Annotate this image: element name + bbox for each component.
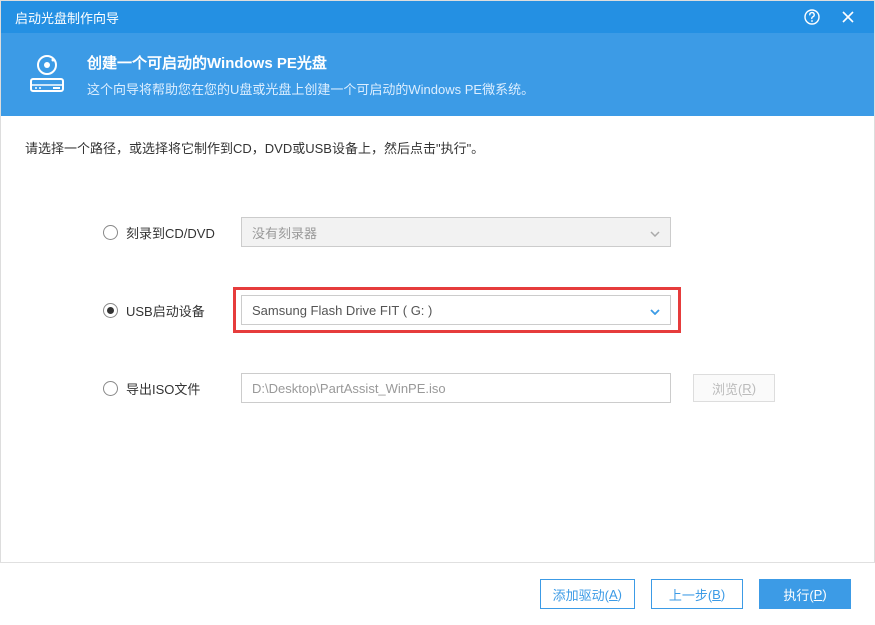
radio-iso[interactable]: 导出ISO文件 <box>103 379 241 398</box>
window-title: 启动光盘制作向导 <box>15 8 794 27</box>
header-subtitle: 这个向导将帮助您在您的U盘或光盘上创建一个可启动的Windows PE微系统。 <box>87 79 534 98</box>
wizard-header: 创建一个可启动的Windows PE光盘 这个向导将帮助您在您的U盘或光盘上创建… <box>1 33 874 116</box>
radio-icon <box>103 225 118 240</box>
close-icon[interactable] <box>830 1 866 33</box>
option-row-cddvd: 刻录到CD/DVD 没有刻录器 <box>103 217 850 247</box>
browse-button: 浏览(R) <box>693 374 775 402</box>
execute-button[interactable]: 执行(P) <box>759 579 851 609</box>
wizard-footer: 添加驱动(A) 上一步(B) 执行(P) <box>0 562 875 625</box>
disc-drive-icon <box>25 51 69 98</box>
radio-cddvd[interactable]: 刻录到CD/DVD <box>103 223 241 242</box>
titlebar: 启动光盘制作向导 <box>1 1 874 33</box>
radio-icon <box>103 303 118 318</box>
add-driver-button[interactable]: 添加驱动(A) <box>540 579 635 609</box>
usb-select[interactable]: Samsung Flash Drive FIT ( G: ) <box>241 295 671 325</box>
instructions-text: 请选择一个路径，或选择将它制作到CD，DVD或USB设备上，然后点击"执行"。 <box>25 138 850 157</box>
radio-usb[interactable]: USB启动设备 <box>103 301 241 320</box>
cddvd-select: 没有刻录器 <box>241 217 671 247</box>
radio-label: 刻录到CD/DVD <box>126 223 215 242</box>
iso-path-value: D:\Desktop\PartAssist_WinPE.iso <box>252 381 446 396</box>
chevron-down-icon <box>650 225 660 240</box>
chevron-down-icon <box>650 303 660 318</box>
wizard-body: 请选择一个路径，或选择将它制作到CD，DVD或USB设备上，然后点击"执行"。 … <box>1 116 874 473</box>
iso-path-input: D:\Desktop\PartAssist_WinPE.iso <box>241 373 671 403</box>
help-icon[interactable] <box>794 1 830 33</box>
option-row-iso: 导出ISO文件 D:\Desktop\PartAssist_WinPE.iso … <box>103 373 850 403</box>
previous-button[interactable]: 上一步(B) <box>651 579 743 609</box>
cddvd-select-value: 没有刻录器 <box>252 223 317 242</box>
header-title: 创建一个可启动的Windows PE光盘 <box>87 52 534 73</box>
radio-icon <box>103 381 118 396</box>
usb-select-value: Samsung Flash Drive FIT ( G: ) <box>252 303 432 318</box>
radio-label: USB启动设备 <box>126 301 205 320</box>
option-row-usb: USB启动设备 Samsung Flash Drive FIT ( G: ) <box>103 295 850 325</box>
radio-label: 导出ISO文件 <box>126 379 200 398</box>
